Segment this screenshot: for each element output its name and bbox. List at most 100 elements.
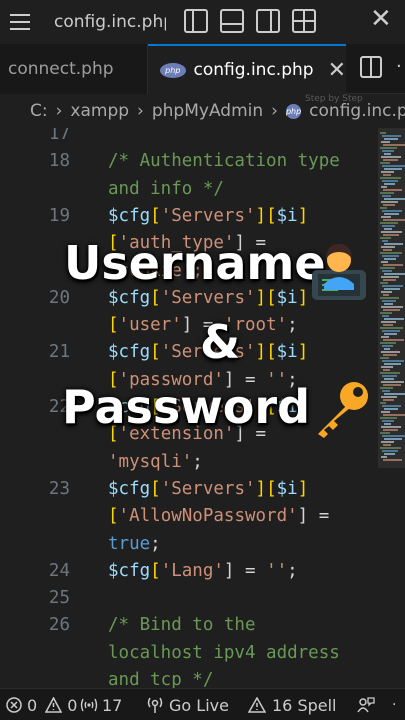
code-token: ] xyxy=(297,342,309,363)
line-number: 18 xyxy=(48,151,70,172)
code-token: ] xyxy=(297,478,309,499)
close-window-icon[interactable]: ✕ xyxy=(370,4,392,34)
broadcast-icon xyxy=(147,697,163,713)
code-line[interactable]: 'mysqli'; xyxy=(0,448,378,476)
code-text: true; xyxy=(108,530,161,558)
customize-layout-icon[interactable] xyxy=(292,9,316,33)
code-token: '' xyxy=(266,560,288,581)
toggle-primary-sidebar-icon[interactable] xyxy=(184,9,208,33)
split-editor-icon[interactable] xyxy=(360,56,382,78)
status-ports[interactable]: 17 xyxy=(80,689,122,720)
code-text: $cfg['Servers'][$i] xyxy=(108,202,308,230)
code-token: ] = xyxy=(223,560,267,581)
code-text: /* Authentication type xyxy=(108,147,340,175)
chevron-right-icon: › xyxy=(137,101,144,121)
code-line[interactable]: and tcp */ xyxy=(0,666,378,688)
ports-count: 17 xyxy=(102,695,123,715)
code-token: 'Servers' xyxy=(160,205,256,226)
code-token: ; xyxy=(192,451,203,472)
code-line[interactable]: and info */ xyxy=(0,175,378,203)
line-number: 25 xyxy=(48,588,70,609)
error-count: 0 xyxy=(27,695,38,715)
more-actions-icon[interactable]: · xyxy=(396,56,402,77)
go-live-button[interactable]: Go Live xyxy=(146,689,229,720)
breadcrumb-hint: Step by Step xyxy=(305,94,363,104)
code-token: [ xyxy=(150,560,161,581)
tab-config-inc-php[interactable]: php config.inc.php ✕ xyxy=(148,44,346,94)
code-line[interactable]: ['AllowNoPassword'] = xyxy=(0,502,378,530)
code-token: ][ xyxy=(255,478,277,499)
go-live-label: Go Live xyxy=(169,695,229,715)
code-token: ; xyxy=(287,315,298,336)
code-token: and tcp */ xyxy=(108,670,214,688)
breadcrumb: C: › xampp › phpMyAdmin › php config.inc… xyxy=(0,94,405,128)
code-token: ][ xyxy=(255,205,277,226)
breadcrumb-item-xampp[interactable]: xampp xyxy=(70,101,129,121)
spell-check-status[interactable]: 16 Spell xyxy=(248,689,337,720)
close-tab-icon[interactable]: ✕ xyxy=(328,58,346,83)
code-line[interactable]: 18 /* Authentication type xyxy=(0,147,378,175)
code-line[interactable]: 23 $cfg['Servers'][$i] xyxy=(0,475,378,503)
code-token: ][ xyxy=(255,287,277,308)
tab-connect-php[interactable]: connect.php xyxy=(0,44,148,94)
status-errors[interactable]: 0 0 xyxy=(6,689,77,720)
tab-label: config.inc.php xyxy=(193,60,314,80)
code-token: 'AllowNoPassword' xyxy=(118,506,298,527)
code-line[interactable]: 24 $cfg['Lang'] = ''; xyxy=(0,557,378,585)
breadcrumb-item-drive[interactable]: C: xyxy=(30,101,48,121)
code-token: $i xyxy=(276,205,298,226)
line-number: 26 xyxy=(48,615,70,636)
code-token: /* Authentication type xyxy=(108,151,340,172)
breadcrumb-item-phpmyadmin[interactable]: phpMyAdmin xyxy=(152,101,263,121)
tab-label: connect.php xyxy=(8,59,114,79)
layout-controls xyxy=(184,9,316,33)
overlay-caption-password: Password xyxy=(62,380,310,434)
code-token: localhost ipv4 address xyxy=(108,642,340,663)
code-token: ] xyxy=(297,287,309,308)
code-line[interactable]: true; xyxy=(0,530,378,558)
warning-icon xyxy=(248,697,266,713)
code-token: $i xyxy=(276,287,298,308)
code-token: 'Lang' xyxy=(160,560,224,581)
scrollbar-thumb[interactable] xyxy=(378,128,405,468)
key-emoji-icon xyxy=(318,382,368,438)
code-token: 'mysqli' xyxy=(108,451,193,472)
code-text: $cfg['Lang'] = ''; xyxy=(108,557,298,585)
radio-tower-icon xyxy=(80,698,98,712)
toggle-secondary-sidebar-icon[interactable] xyxy=(256,9,280,33)
code-token: $i xyxy=(276,342,298,363)
breadcrumb-item-file[interactable]: config.inc.php xyxy=(309,101,405,121)
menu-icon[interactable] xyxy=(0,0,40,44)
chevron-right-icon: › xyxy=(55,101,63,121)
code-line[interactable]: 21 $cfg['Servers'][$i] xyxy=(0,338,378,366)
code-token: and info */ xyxy=(108,178,224,199)
code-token: $cfg xyxy=(108,287,151,308)
code-line[interactable]: localhost ipv4 address xyxy=(0,639,378,667)
notifications-icon[interactable]: · xyxy=(392,689,396,720)
code-token: [ xyxy=(150,287,161,308)
line-number: 21 xyxy=(48,342,70,363)
code-line[interactable]: ['user'] = 'root'; xyxy=(0,311,378,339)
title-bar: config.inc.php ✕ xyxy=(0,0,405,44)
overlay-caption-ampersand: & xyxy=(200,315,241,369)
feedback-button[interactable] xyxy=(356,689,376,720)
code-token: ] = xyxy=(297,506,330,527)
code-line[interactable]: 25 xyxy=(0,584,378,612)
code-token: $cfg xyxy=(108,342,151,363)
spell-label: 16 Spell xyxy=(272,695,337,715)
code-token: $i xyxy=(276,478,298,499)
overlay-caption-username: Username xyxy=(64,236,326,290)
code-token: ][ xyxy=(255,342,277,363)
code-token: [ xyxy=(150,478,161,499)
toggle-panel-icon[interactable] xyxy=(220,9,244,33)
code-token: [ xyxy=(108,506,119,527)
window-title: config.inc.php xyxy=(54,12,166,32)
editor-tabs: connect.php php config.inc.php ✕ · xyxy=(0,44,405,94)
code-token: [ xyxy=(108,315,119,336)
code-token: true xyxy=(108,533,151,554)
code-token: $cfg xyxy=(108,205,151,226)
code-token: ; xyxy=(150,533,161,554)
code-line[interactable]: 17 xyxy=(0,128,378,148)
code-line[interactable]: 26 /* Bind to the xyxy=(0,611,378,639)
code-line[interactable]: 19 $cfg['Servers'][$i] xyxy=(0,202,378,230)
